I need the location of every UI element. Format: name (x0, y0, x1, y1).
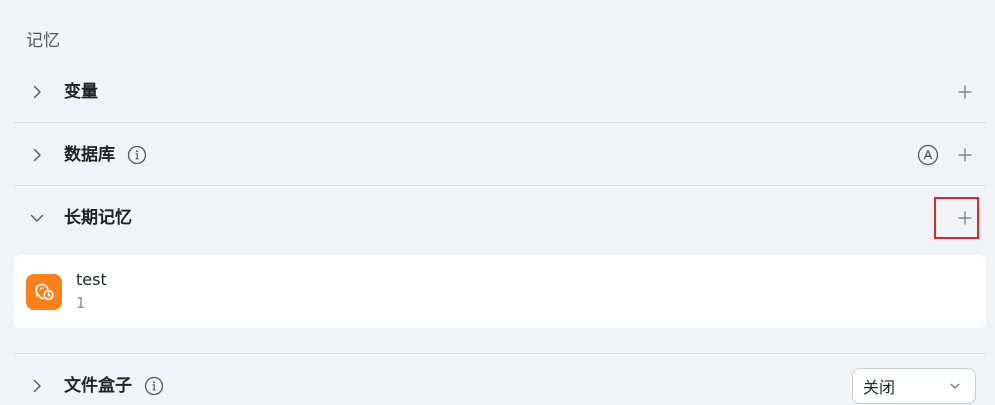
row-label: 数据库 (64, 145, 115, 165)
add-database-button[interactable] (950, 140, 980, 170)
memory-text: test 1 (76, 270, 107, 313)
plus-icon (958, 85, 972, 99)
memory-subtitle: 1 (76, 294, 86, 312)
auto-mode-icon[interactable] (916, 143, 940, 167)
memory-panel: 记忆 变量 数据库 长期记忆 test 1 文件盒子 关闭 (0, 0, 995, 405)
info-icon[interactable] (144, 376, 164, 396)
file-box-select[interactable]: 关闭 (852, 368, 976, 404)
chevron-right-icon[interactable] (28, 83, 46, 101)
row-variables[interactable]: 变量 (14, 62, 986, 122)
select-value: 关闭 (863, 378, 896, 397)
row-long-term-memory[interactable]: 长期记忆 (14, 188, 986, 248)
chevron-down-icon[interactable] (28, 209, 46, 227)
info-icon[interactable] (127, 145, 147, 165)
row-label: 文件盒子 (64, 376, 132, 396)
row-label: 长期记忆 (64, 208, 132, 228)
divider (14, 122, 986, 123)
row-label: 变量 (64, 82, 98, 102)
row-actions (916, 125, 986, 185)
row-database[interactable]: 数据库 (14, 125, 986, 185)
row-actions (950, 62, 986, 122)
section-title: 记忆 (26, 31, 60, 51)
memory-icon (26, 273, 62, 310)
chevron-down-icon (949, 377, 961, 396)
memory-name: test (76, 270, 107, 289)
chevron-right-icon[interactable] (28, 377, 46, 395)
plus-icon (958, 148, 972, 162)
memory-item[interactable]: test 1 (14, 255, 986, 328)
row-file-box[interactable]: 文件盒子 关闭 (14, 356, 986, 405)
divider (14, 353, 986, 354)
divider (14, 185, 986, 186)
highlight-box (934, 197, 979, 239)
chevron-right-icon[interactable] (28, 146, 46, 164)
add-variable-button[interactable] (950, 77, 980, 107)
row-actions: 关闭 (852, 356, 986, 405)
